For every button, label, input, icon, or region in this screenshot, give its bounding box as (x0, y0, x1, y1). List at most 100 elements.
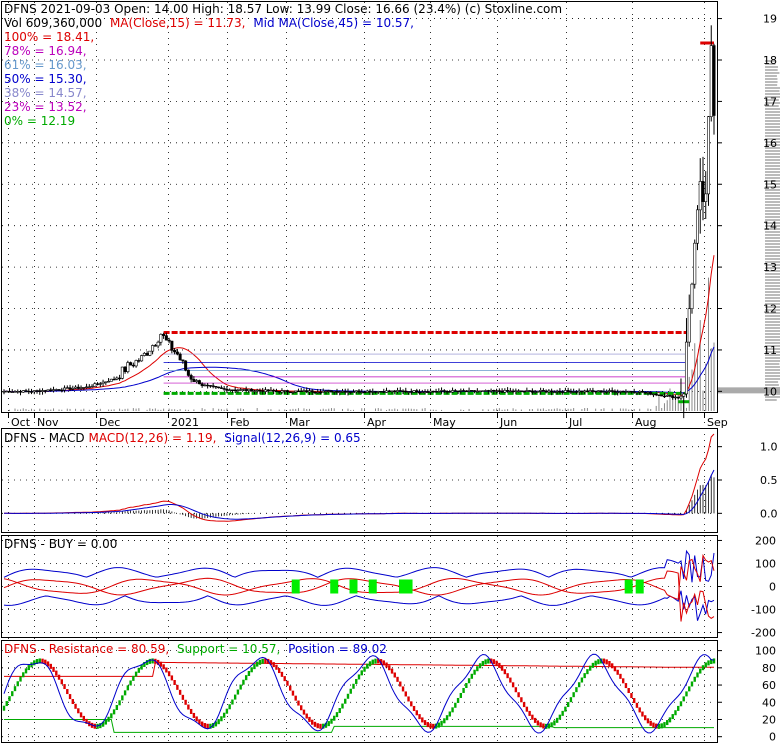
volume-bar (179, 409, 181, 411)
position-candle (233, 694, 237, 700)
x-tick-label: May (433, 416, 456, 429)
candle-body (624, 391, 628, 393)
position-candle (627, 688, 630, 694)
volume-bar (432, 409, 434, 411)
candle-body (706, 116, 710, 195)
price-tick-label: 15 (763, 178, 777, 191)
volume-bar (402, 408, 404, 411)
position-candle (178, 689, 182, 695)
volume-bar (504, 409, 506, 411)
volume-bar (482, 409, 484, 411)
candle-body (63, 387, 67, 391)
candle-body (167, 339, 171, 342)
volume-bar (171, 409, 173, 411)
position-candle (465, 682, 468, 688)
volume-profile-bar (765, 90, 780, 92)
volume-bar (424, 408, 426, 411)
candle-body (305, 390, 309, 393)
volume-bar (496, 408, 498, 411)
candle-body (374, 391, 378, 393)
candle-body (462, 390, 466, 392)
candle-body (552, 391, 556, 394)
position-candle (511, 682, 515, 688)
position-tick-label: 20 (762, 713, 776, 726)
position-candle (357, 674, 361, 680)
candle-body (561, 391, 565, 393)
position-candle (123, 690, 127, 696)
volume-bar (600, 409, 602, 411)
candle-body (195, 380, 199, 382)
candle-body (657, 394, 661, 396)
candle-body (423, 391, 427, 393)
volume-bar (119, 408, 121, 411)
volume-profile-bar (765, 72, 780, 74)
candle-body (544, 390, 548, 393)
buy-tick-label: 100 (755, 557, 776, 570)
candle-body (208, 385, 212, 387)
header-line1: DFNS 2021-09-03 Open: 14.00 High: 18.57 … (4, 2, 562, 16)
candle-body (530, 390, 534, 393)
volume-bar (553, 408, 555, 411)
volume-profile-bar (765, 192, 780, 194)
position-tick-label: 100 (755, 645, 776, 658)
volume-bar (520, 409, 522, 411)
position-candle (368, 661, 372, 667)
position-candle (71, 699, 74, 705)
candle-body (38, 390, 42, 392)
position-candle (536, 720, 540, 726)
volume-profile-bar (765, 156, 780, 158)
candle-body (85, 386, 89, 388)
position-candle (498, 662, 501, 668)
candle-body (679, 395, 683, 399)
candle-body (668, 395, 672, 397)
volume-bar (650, 408, 652, 411)
volume-bar (333, 408, 335, 411)
volume-profile-bar (765, 372, 780, 374)
x-tick-label: Feb (230, 416, 249, 429)
volume-bar (160, 409, 162, 411)
candle-body (354, 390, 358, 393)
position-candle (531, 714, 534, 720)
position-candle (63, 684, 66, 690)
volume-bar (193, 409, 195, 411)
volume-bar (713, 342, 715, 411)
volume-bar (9, 409, 11, 411)
volume-profile-bar (765, 126, 780, 128)
volume-bar (110, 409, 112, 411)
volume-profile-bar (765, 318, 780, 320)
position-candle (129, 680, 132, 686)
candle-body (258, 390, 262, 392)
candle-body (230, 389, 234, 391)
candle-body (464, 390, 468, 393)
volume-profile-bar (765, 336, 780, 338)
position-candle (668, 717, 672, 723)
volume-profile-bar (765, 240, 780, 242)
volume-profile-bar (765, 117, 780, 119)
x-tick-label: Oct (11, 416, 31, 429)
candle-body (695, 209, 699, 244)
candle-body (65, 387, 69, 389)
position-candle (319, 723, 322, 729)
volume-bar (655, 405, 657, 411)
volume-bar (220, 409, 222, 411)
buy-title: DFNS - BUY = 0.00 (4, 537, 117, 551)
volume-profile-bar (765, 237, 780, 239)
position-candle (426, 722, 429, 728)
volume-bar (688, 376, 690, 411)
candle-body (197, 380, 201, 385)
volume-bar (185, 409, 187, 411)
candle-body (186, 369, 190, 376)
candle-body (437, 390, 441, 393)
volume-bar (127, 408, 129, 411)
volume-profile-bar (765, 132, 780, 134)
volume-bar (468, 408, 470, 411)
candle-body (591, 390, 595, 392)
volume-bar (391, 409, 393, 411)
volume-bar (661, 408, 663, 411)
volume-bar (386, 409, 388, 411)
volume-bar (408, 408, 410, 411)
candle-body (475, 391, 479, 393)
candle-body (19, 391, 23, 393)
volume-profile-bar (765, 369, 780, 371)
position-candle (517, 692, 520, 698)
